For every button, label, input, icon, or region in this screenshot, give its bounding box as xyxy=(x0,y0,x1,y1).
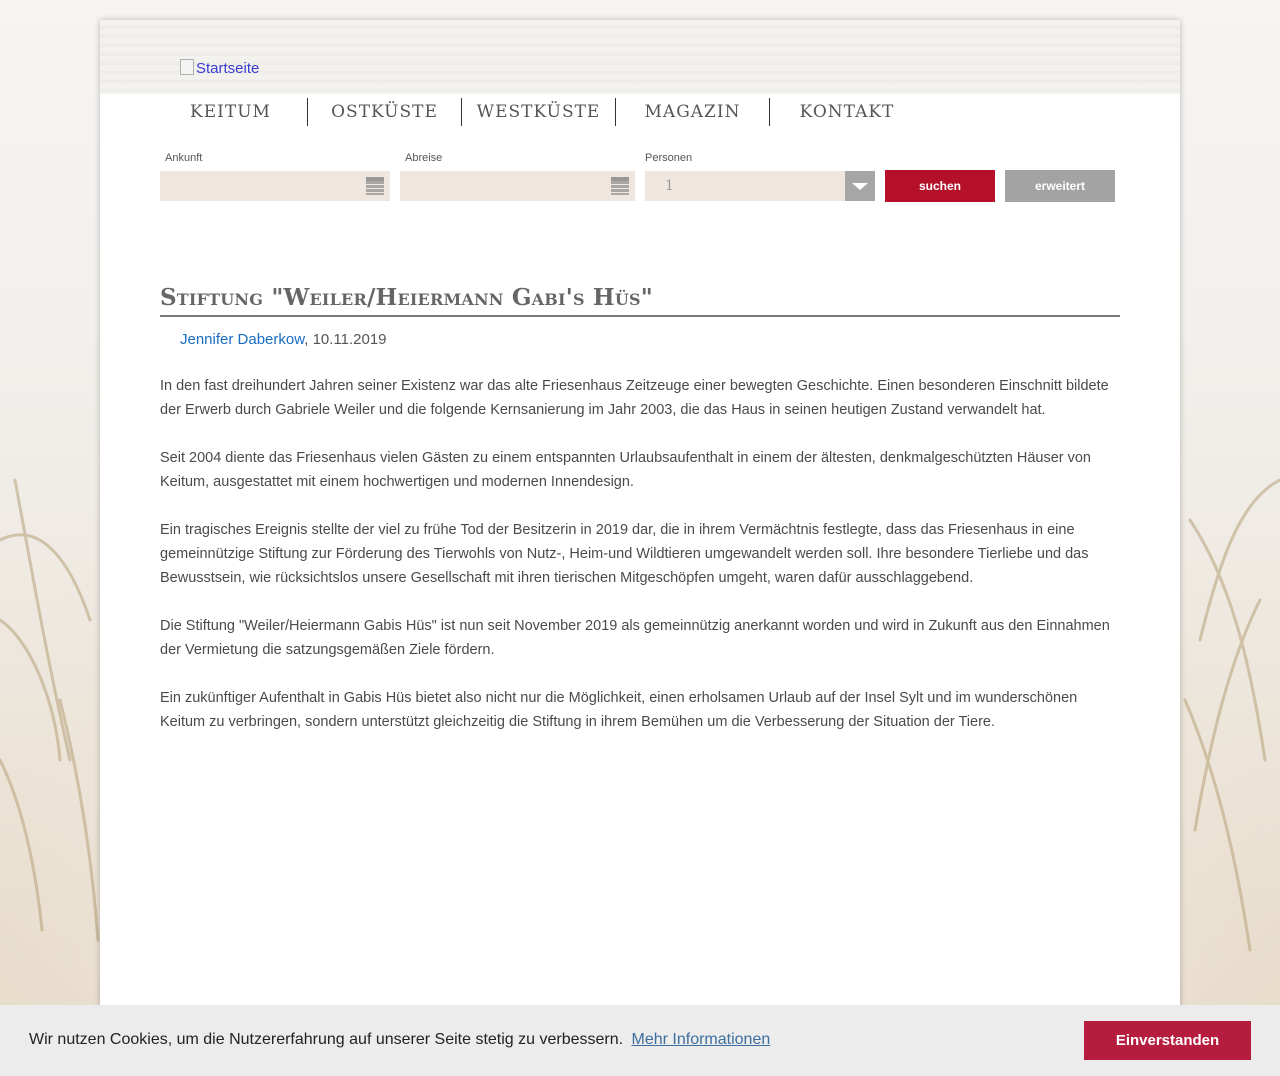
article-paragraph: Die Stiftung "Weiler/Heiermann Gabis Hüs… xyxy=(160,618,1110,658)
arrival-label: Ankunft xyxy=(165,152,203,164)
article-paragraph: Seit 2004 diente das Friesenhaus vielen … xyxy=(160,450,1091,490)
departure-input[interactable] xyxy=(400,171,635,201)
calendar-icon[interactable] xyxy=(366,177,384,195)
nav-item-westkueste[interactable]: Westküste xyxy=(462,98,616,126)
chevron-down-icon[interactable] xyxy=(845,171,875,201)
article-date: , 10.11.2019 xyxy=(304,331,387,348)
broken-image-icon xyxy=(180,58,194,75)
persons-select[interactable]: 1 xyxy=(645,171,875,201)
persons-label: Personen xyxy=(645,152,693,164)
article-paragraph: In den fast dreihundert Jahren seiner Ex… xyxy=(160,378,1109,418)
article-paragraph: Ein zukünftiger Aufenthalt in Gabis Hüs … xyxy=(160,690,1078,730)
logo-alt-text: Startseite xyxy=(196,60,260,77)
article: Stiftung "Weiler/Heiermann Gabi's Hüs" J… xyxy=(160,284,1120,734)
more-info-link[interactable]: Mehr Informationen xyxy=(632,1031,771,1048)
article-meta: Jennifer Daberkow, 10.11.2019 xyxy=(180,331,1120,348)
search-button[interactable]: suchen xyxy=(885,170,995,202)
author-link[interactable]: Jennifer Daberkow xyxy=(180,331,304,348)
accept-cookies-button[interactable]: Einverstanden xyxy=(1084,1021,1251,1060)
extended-search-button[interactable]: erweitert xyxy=(1005,170,1115,202)
arrival-input[interactable] xyxy=(160,171,390,201)
nav-item-magazin[interactable]: Magazin xyxy=(616,98,770,126)
cookie-text: Wir nutzen Cookies, um die Nutzererfahru… xyxy=(29,1031,624,1048)
nav-item-kontakt[interactable]: Kontakt xyxy=(770,98,924,126)
cookie-banner: Wir nutzen Cookies, um die Nutzererfahru… xyxy=(0,1005,1280,1076)
header-banner: Startseite xyxy=(100,20,1180,94)
nav-item-ostkueste[interactable]: Ostküste xyxy=(308,98,462,126)
departure-label: Abreise xyxy=(405,152,443,164)
calendar-icon[interactable] xyxy=(611,177,629,195)
article-paragraph: Ein tragisches Ereignis stellte der viel… xyxy=(160,522,1089,586)
main-nav: Keitum Ostküste Westküste Magazin Kontak… xyxy=(154,98,924,126)
article-title: Stiftung "Weiler/Heiermann Gabi's Hüs" xyxy=(160,284,1120,317)
persons-value: 1 xyxy=(665,178,674,194)
logo-link[interactable]: Startseite xyxy=(180,58,260,77)
cookie-message: Wir nutzen Cookies, um die Nutzererfahru… xyxy=(29,1031,770,1049)
nav-item-keitum[interactable]: Keitum xyxy=(154,98,308,126)
